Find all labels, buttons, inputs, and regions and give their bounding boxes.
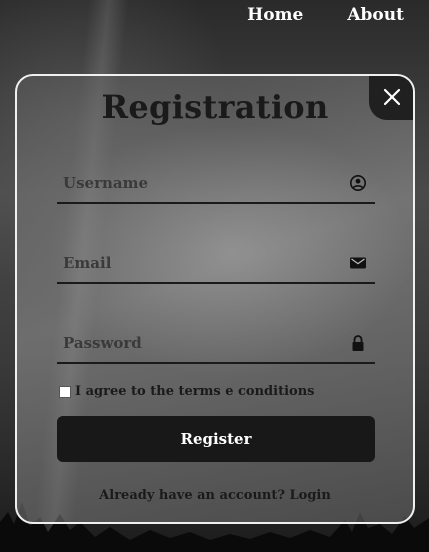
- terms-agreement[interactable]: I agree to the terms e conditions: [59, 384, 314, 399]
- mail-icon: [350, 257, 366, 269]
- nav-about-link[interactable]: About: [347, 4, 404, 26]
- register-button[interactable]: Register: [57, 416, 375, 462]
- lock-icon: [352, 335, 364, 351]
- terms-checkbox[interactable]: [59, 385, 71, 398]
- login-prompt-text: Already have an account?: [99, 488, 285, 503]
- terms-label: I agree to the terms e conditions: [75, 384, 315, 399]
- registration-panel: Registration I agree to the terms e cond…: [15, 74, 415, 524]
- password-input[interactable]: [57, 318, 337, 362]
- username-input[interactable]: [57, 158, 337, 202]
- login-prompt-row: Already have an account? Login: [17, 488, 413, 503]
- form-title: Registration: [101, 88, 329, 126]
- email-input[interactable]: [57, 238, 337, 282]
- nav-home-link[interactable]: Home: [247, 4, 303, 26]
- email-field: [57, 238, 375, 284]
- top-nav: Home About: [247, 4, 404, 26]
- user-circle-icon: [350, 175, 366, 191]
- password-field: [57, 318, 375, 364]
- username-field: [57, 158, 375, 204]
- login-link[interactable]: Login: [290, 488, 331, 503]
